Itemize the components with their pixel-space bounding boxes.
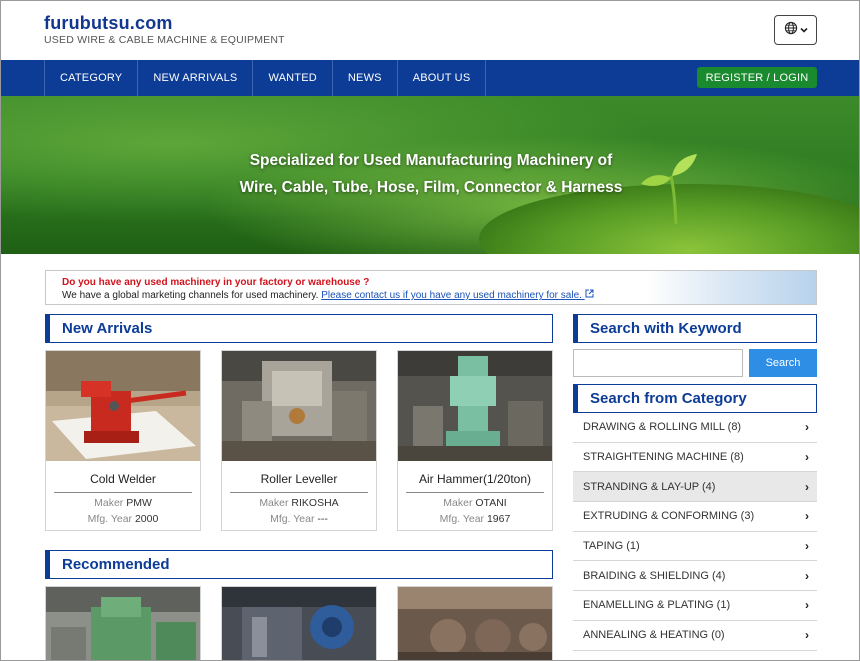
year-value: 2000 xyxy=(134,513,159,525)
category-item-annealing-heating[interactable]: ANNEALING & HEATING (0) › xyxy=(573,621,817,651)
language-selector-button[interactable] xyxy=(774,15,817,45)
product-mfg-year: Mfg. Year 1967 xyxy=(398,513,552,525)
category-label: EXTRUDING & CONFORMING (3) xyxy=(583,510,755,523)
chevron-right-icon: › xyxy=(805,450,809,465)
category-item-drawing-rolling-mill[interactable]: DRAWING & ROLLING MILL (8) › xyxy=(573,413,817,443)
chevron-right-icon: › xyxy=(805,598,809,613)
category-label: ENAMELLING & PLATING (1) xyxy=(583,599,731,612)
category-label: BRAIDING & SHIELDING (4) xyxy=(583,569,726,582)
product-maker: Maker RIKOSHA xyxy=(222,497,376,509)
category-label: TAPING (1) xyxy=(583,540,640,553)
category-item-taping[interactable]: TAPING (1) › xyxy=(573,532,817,562)
contact-us-link[interactable]: Please contact us if you have any used m… xyxy=(321,289,594,301)
maker-label: Maker xyxy=(443,497,473,509)
chevron-right-icon: › xyxy=(805,568,809,583)
recommended-image-1[interactable] xyxy=(45,586,201,660)
nav-item-wanted[interactable]: WANTED xyxy=(253,60,333,96)
category-item-stranding-lay-up[interactable]: STRANDING & LAY-UP (4) › xyxy=(573,472,817,503)
hero-tagline-line1: Specialized for Used Manufacturing Machi… xyxy=(249,152,613,169)
notice-text: We have a global marketing channels for … xyxy=(62,289,594,301)
maker-value: OTANI xyxy=(475,497,507,509)
year-label: Mfg. Year xyxy=(270,513,315,525)
category-item-extruding-conforming[interactable]: EXTRUDING & CONFORMING (3) › xyxy=(573,502,817,532)
nav-item-about-us[interactable]: ABOUT US xyxy=(398,60,487,96)
year-label: Mfg. Year xyxy=(87,513,133,525)
product-title[interactable]: Roller Leveller xyxy=(222,472,376,486)
card-divider xyxy=(54,492,192,493)
maker-value: PMW xyxy=(126,497,152,509)
nav-item-category[interactable]: CATEGORY xyxy=(45,60,139,96)
recommended-image-2[interactable] xyxy=(221,586,377,660)
maker-label: Maker xyxy=(259,497,289,509)
globe-icon xyxy=(784,21,798,40)
category-list: DRAWING & ROLLING MILL (8) › STRAIGHTENIN… xyxy=(573,413,817,651)
category-item-enamelling-plating[interactable]: ENAMELLING & PLATING (1) › xyxy=(573,591,817,621)
site-logo-subtitle: USED WIRE & CABLE MACHINE & EQUIPMENT xyxy=(44,34,285,46)
card-divider xyxy=(406,492,544,493)
product-image-air-hammer[interactable] xyxy=(398,351,552,461)
card-divider xyxy=(230,492,368,493)
hero-tagline: Specialized for Used Manufacturing Machi… xyxy=(1,147,859,201)
notice-body: We have a global marketing channels for … xyxy=(62,290,319,301)
search-category-heading: Search from Category xyxy=(573,384,817,413)
main-navigation: CATEGORY NEW ARRIVALS WANTED NEWS ABOUT … xyxy=(1,60,859,96)
product-maker: Maker OTANI xyxy=(398,497,552,509)
site-logo-title[interactable]: furubutsu.com xyxy=(44,13,173,34)
category-label: DRAWING & ROLLING MILL (8) xyxy=(583,421,742,434)
product-image-roller-leveller[interactable] xyxy=(222,351,376,461)
chevron-right-icon: › xyxy=(805,420,809,435)
category-item-braiding-shielding[interactable]: BRAIDING & SHIELDING (4) › xyxy=(573,561,817,592)
chevron-right-icon: › xyxy=(805,509,809,524)
product-card-roller-leveller[interactable]: Roller Leveller Maker RIKOSHA Mfg. Year … xyxy=(221,350,377,531)
category-label: STRAIGHTENING MACHINE (8) xyxy=(583,451,744,464)
site-header: furubutsu.com USED WIRE & CABLE MACHINE … xyxy=(1,1,859,60)
keyword-search-input[interactable] xyxy=(573,349,743,377)
product-mfg-year: Mfg. Year 2000 xyxy=(46,513,200,525)
category-label: ANNEALING & HEATING (0) xyxy=(583,629,725,642)
product-card-air-hammer[interactable]: Air Hammer(1/20ton) Maker OTANI Mfg. Yea… xyxy=(397,350,553,531)
maker-label: Maker xyxy=(94,497,124,509)
chevron-right-icon: › xyxy=(805,628,809,643)
hero-tagline-line2: Wire, Cable, Tube, Hose, Film, Connector… xyxy=(239,179,623,196)
product-title[interactable]: Air Hammer(1/20ton) xyxy=(398,472,552,486)
chevron-down-icon xyxy=(799,21,808,39)
year-value: 1967 xyxy=(486,513,511,525)
nav-item-news[interactable]: NEWS xyxy=(333,60,398,96)
register-login-button[interactable]: REGISTER / LOGIN xyxy=(697,67,817,88)
chevron-right-icon: › xyxy=(805,479,809,494)
contact-us-link-label: Please contact us if you have any used m… xyxy=(321,290,582,301)
page-frame: furubutsu.com USED WIRE & CABLE MACHINE … xyxy=(0,0,860,661)
product-image-cold-welder[interactable] xyxy=(46,351,200,461)
product-mfg-year: Mfg. Year --- xyxy=(222,513,376,525)
category-item-straightening-machine[interactable]: STRAIGHTENING MACHINE (8) › xyxy=(573,443,817,473)
year-label: Mfg. Year xyxy=(439,513,485,525)
new-arrivals-heading: New Arrivals xyxy=(45,314,553,343)
product-card-cold-welder[interactable]: Cold Welder Maker PMW Mfg. Year 2000 xyxy=(45,350,201,531)
maker-value: RIKOSHA xyxy=(291,497,339,509)
search-keyword-heading: Search with Keyword xyxy=(573,314,817,343)
chevron-right-icon: › xyxy=(805,539,809,554)
product-title[interactable]: Cold Welder xyxy=(46,472,200,486)
product-maker: Maker PMW xyxy=(46,497,200,509)
year-value: --- xyxy=(317,513,328,525)
recommended-image-3[interactable] xyxy=(397,586,553,660)
used-machinery-notice: Do you have any used machinery in your f… xyxy=(45,270,817,305)
external-link-icon xyxy=(585,289,594,298)
category-label: STRANDING & LAY-UP (4) xyxy=(583,480,716,493)
nav-item-new-arrivals[interactable]: NEW ARRIVALS xyxy=(138,60,254,96)
notice-question: Do you have any used machinery in your f… xyxy=(62,277,370,288)
recommended-heading: Recommended xyxy=(45,550,553,579)
hero-banner: Specialized for Used Manufacturing Machi… xyxy=(1,96,859,254)
search-button[interactable]: Search xyxy=(749,349,817,377)
